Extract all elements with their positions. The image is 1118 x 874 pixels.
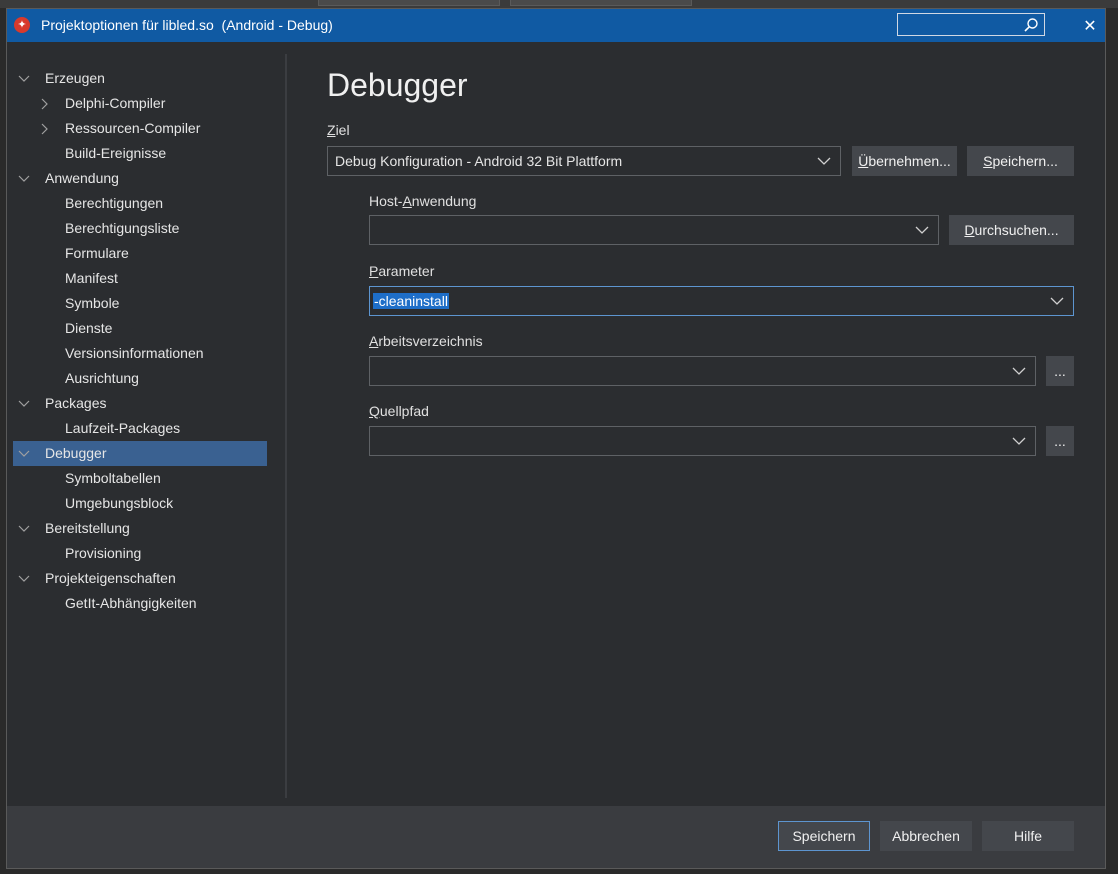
tree-item-ausrichtung[interactable]: Ausrichtung: [13, 366, 267, 391]
tree-item-label: Ressourcen-Compiler: [65, 120, 201, 136]
tree-item-label: Symboltabellen: [65, 470, 161, 486]
chevron-down-icon: [1050, 297, 1064, 305]
project-options-dialog: ✦ Projektoptionen für libled.so (Android…: [6, 8, 1106, 869]
cancel-button[interactable]: Abbrechen: [880, 821, 972, 851]
tree-item-versionsinformationen[interactable]: Versionsinformationen: [13, 341, 267, 366]
title-search-input[interactable]: [897, 13, 1045, 36]
tree-item-projekteigenschaften[interactable]: Projekteigenschaften: [13, 566, 267, 591]
chevron-down-icon: [915, 226, 929, 234]
tree-item-laufzeit-packages[interactable]: Laufzeit-Packages: [13, 416, 267, 441]
tree-item-label: Versionsinformationen: [65, 345, 204, 361]
chevron-down-icon[interactable]: [17, 447, 31, 461]
working-directory-label: Arbeitsverzeichnis: [369, 333, 483, 349]
tree-item-bereitstellung[interactable]: Bereitstellung: [13, 516, 267, 541]
save-button[interactable]: Speichern: [778, 821, 870, 851]
source-path-label: Quellpfad: [369, 403, 429, 419]
tree-item-label: Dienste: [65, 320, 113, 336]
tree-item-label: Formulare: [65, 245, 129, 261]
tree-item-packages[interactable]: Packages: [13, 391, 267, 416]
tree-item-getit-abhängigkeiten[interactable]: GetIt-Abhängigkeiten: [13, 591, 267, 616]
ziel-combobox[interactable]: Debug Konfiguration - Android 32 Bit Pla…: [327, 146, 841, 176]
tree-item-anwendung[interactable]: Anwendung: [13, 166, 267, 191]
options-tree[interactable]: Erzeugen Delphi-Compiler Ressourcen-Compil…: [13, 66, 267, 616]
save-config-button[interactable]: Speichern...: [967, 146, 1074, 176]
tree-item-erzeugen[interactable]: Erzeugen: [13, 66, 267, 91]
help-button[interactable]: Hilfe: [982, 821, 1074, 851]
tree-item-label: Erzeugen: [45, 70, 105, 86]
tree-item-label: Projekteigenschaften: [45, 570, 176, 586]
tree-item-berechtigungsliste[interactable]: Berechtigungsliste: [13, 216, 267, 241]
tree-item-formulare[interactable]: Formulare: [13, 241, 267, 266]
tree-item-delphi-compiler[interactable]: Delphi-Compiler: [13, 91, 267, 116]
parameter-value: -cleaninstall: [373, 293, 449, 309]
tree-item-label: Berechtigungsliste: [65, 220, 180, 236]
tree-item-label: Bereitstellung: [45, 520, 130, 536]
chevron-down-icon[interactable]: [17, 72, 31, 86]
background-tab: [510, 0, 692, 6]
chevron-down-icon: [1012, 367, 1026, 375]
title-bar: ✦ Projektoptionen für libled.so (Android…: [7, 9, 1105, 42]
chevron-down-icon[interactable]: [17, 172, 31, 186]
browse-working-directory-button[interactable]: ...: [1046, 356, 1074, 386]
browse-source-path-button[interactable]: ...: [1046, 426, 1074, 456]
host-application-combobox[interactable]: [369, 215, 939, 245]
tree-item-dienste[interactable]: Dienste: [13, 316, 267, 341]
host-application-label: Host-Anwendung: [369, 193, 477, 209]
tree-item-symbole[interactable]: Symbole: [13, 291, 267, 316]
ziel-label: Ziel: [327, 122, 350, 138]
close-icon: ✕: [1083, 16, 1097, 35]
tree-item-berechtigungen[interactable]: Berechtigungen: [13, 191, 267, 216]
source-path-combobox[interactable]: [369, 426, 1036, 456]
tree-item-label: Delphi-Compiler: [65, 95, 166, 111]
tree-item-label: Laufzeit-Packages: [65, 420, 181, 436]
background-tab: [318, 0, 500, 6]
dialog-footer: Speichern Abbrechen Hilfe: [7, 806, 1105, 868]
window-title: Projektoptionen für libled.so (Android -…: [41, 17, 333, 33]
app-icon: ✦: [14, 17, 30, 33]
tree-item-label: Ausrichtung: [65, 370, 139, 386]
tree-item-label: Symbole: [65, 295, 120, 311]
chevron-down-icon[interactable]: [17, 522, 31, 536]
tree-item-label: Provisioning: [65, 545, 142, 561]
tree-item-label: GetIt-Abhängigkeiten: [65, 595, 197, 611]
search-icon: [1024, 18, 1038, 32]
chevron-right-icon[interactable]: [37, 97, 51, 111]
parameter-combobox[interactable]: -cleaninstall: [369, 286, 1074, 316]
tree-item-label: Anwendung: [45, 170, 119, 186]
tree-item-provisioning[interactable]: Provisioning: [13, 541, 267, 566]
tree-item-label: Packages: [45, 395, 107, 411]
tree-item-umgebungsblock[interactable]: Umgebungsblock: [13, 491, 267, 516]
chevron-down-icon[interactable]: [17, 397, 31, 411]
tree-item-label: Debugger: [45, 445, 107, 461]
tree-item-label: Berechtigungen: [65, 195, 164, 211]
page-title: Debugger: [327, 67, 468, 103]
working-directory-combobox[interactable]: [369, 356, 1036, 386]
tree-item-label: Manifest: [65, 270, 118, 286]
ziel-value: Debug Konfiguration - Android 32 Bit Pla…: [335, 153, 623, 169]
tree-item-debugger[interactable]: Debugger: [13, 441, 267, 466]
tree-item-symboltabellen[interactable]: Symboltabellen: [13, 466, 267, 491]
chevron-right-icon[interactable]: [37, 122, 51, 136]
tree-item-build-ereignisse[interactable]: Build-Ereignisse: [13, 141, 267, 166]
splitter[interactable]: [285, 54, 287, 798]
apply-button[interactable]: Übernehmen...: [852, 146, 957, 176]
tree-item-ressourcen-compiler[interactable]: Ressourcen-Compiler: [13, 116, 267, 141]
tree-item-label: Build-Ereignisse: [65, 145, 167, 161]
browse-host-button[interactable]: Durchsuchen...: [949, 215, 1074, 245]
chevron-down-icon: [1012, 437, 1026, 445]
chevron-down-icon[interactable]: [17, 572, 31, 586]
chevron-down-icon: [817, 157, 831, 165]
tree-item-manifest[interactable]: Manifest: [13, 266, 267, 291]
tree-item-label: Umgebungsblock: [65, 495, 174, 511]
parameter-label: Parameter: [369, 263, 435, 279]
close-button[interactable]: ✕: [1075, 9, 1105, 42]
